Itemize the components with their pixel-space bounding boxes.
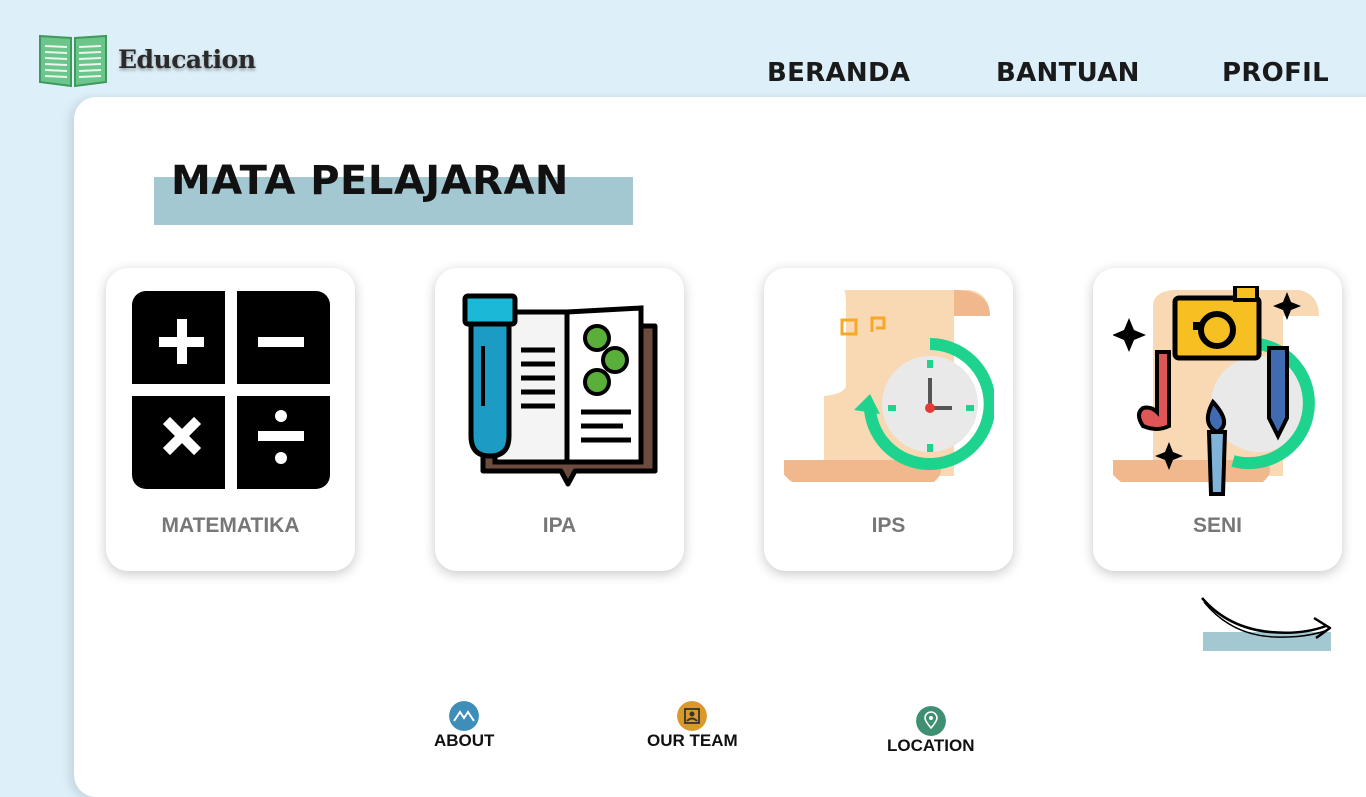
footer-about[interactable]: ABOUT — [434, 701, 494, 751]
top-nav: BERANDA BANTUAN PROFIL — [0, 58, 1366, 94]
subject-label: IPS — [871, 514, 906, 537]
subject-label: MATEMATIKA — [161, 514, 300, 537]
subject-label: IPA — [542, 514, 577, 537]
map-pin-icon — [915, 706, 946, 736]
footer-label: ABOUT — [434, 731, 495, 750]
mountain-icon — [449, 701, 480, 731]
history-scroll-clock-icon — [784, 290, 994, 482]
nav-item-beranda[interactable]: BERANDA — [767, 58, 910, 88]
math-operators-icon — [132, 291, 330, 489]
footer-location[interactable]: LOCATION — [887, 706, 975, 756]
nav-item-bantuan[interactable]: BANTUAN — [996, 58, 1140, 88]
curved-arrow-right-icon[interactable] — [1198, 592, 1334, 648]
page-title: MATA PELAJARAN — [171, 158, 569, 204]
team-card-icon — [677, 701, 708, 731]
subject-label: SENI — [1192, 514, 1242, 537]
footer-label: LOCATION — [887, 736, 975, 755]
footer-our-team[interactable]: OUR TEAM — [647, 701, 738, 751]
subject-card-matematika[interactable]: MATEMATIKA — [106, 268, 355, 571]
subject-card-ips[interactable]: IPS — [764, 268, 1013, 571]
subject-card-seni[interactable]: SENI — [1093, 268, 1342, 571]
science-book-icon — [462, 293, 658, 487]
footer-label: OUR TEAM — [647, 731, 738, 750]
art-tools-icon — [1113, 286, 1319, 496]
nav-item-profil[interactable]: PROFIL — [1222, 58, 1329, 88]
subject-card-ipa[interactable]: IPA — [435, 268, 684, 571]
